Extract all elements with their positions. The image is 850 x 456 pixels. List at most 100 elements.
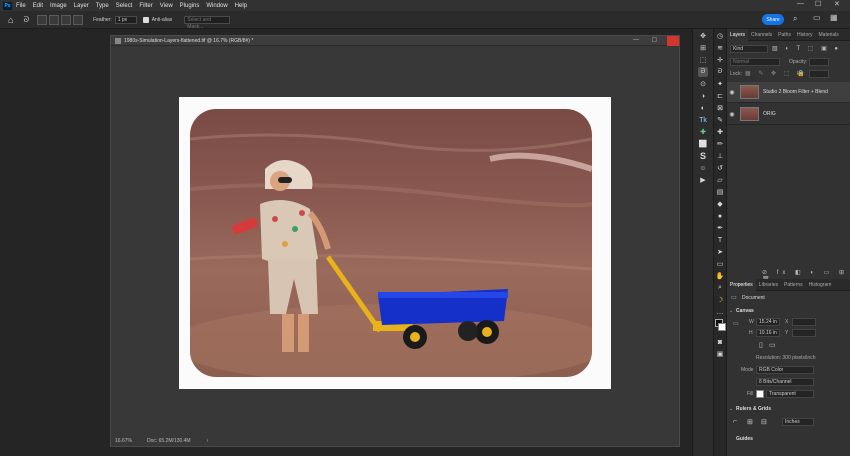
shape-icon[interactable]: ▭	[715, 259, 725, 269]
height-input[interactable]: 10.16 in	[756, 329, 780, 337]
zoom-level[interactable]: 16.67%	[115, 438, 132, 444]
tab-paths[interactable]: Paths	[775, 29, 794, 41]
crop-icon[interactable]: ⬜	[698, 139, 708, 149]
close-app-icon[interactable]: ✕	[834, 0, 840, 8]
menu-image[interactable]: Image	[50, 3, 67, 9]
menu-edit[interactable]: Edit	[33, 3, 43, 9]
s-icon[interactable]: S	[698, 151, 708, 161]
tab-libraries[interactable]: Libraries	[756, 279, 781, 291]
type-k-icon[interactable]: Tk	[698, 115, 708, 125]
fill-input[interactable]	[809, 70, 829, 78]
play-icon[interactable]: ▶	[698, 175, 708, 185]
artboard-tool-icon[interactable]: ⊞	[698, 43, 708, 53]
kind-filter[interactable]: Kind	[730, 45, 768, 53]
doc-close-button[interactable]	[667, 36, 679, 46]
tab-history[interactable]: History	[794, 29, 816, 41]
object-select-icon[interactable]: ⊙	[698, 79, 708, 89]
doc-maximize-icon[interactable]: ☐	[652, 37, 657, 44]
arrange-icon[interactable]: ▭	[813, 13, 821, 22]
color-swatches[interactable]	[714, 319, 726, 335]
eraser-icon[interactable]: ▱	[715, 175, 725, 185]
menu-type[interactable]: Type	[96, 3, 109, 9]
minimize-icon[interactable]: —	[797, 0, 804, 7]
fill-swatch[interactable]	[756, 390, 764, 398]
zoom-icon[interactable]: ⌕	[715, 283, 725, 293]
add-selection-icon[interactable]	[49, 14, 60, 25]
tab-layers[interactable]: Layers	[727, 28, 749, 41]
adjust-icon[interactable]: ◐	[698, 103, 708, 113]
pen-icon[interactable]: ✒	[715, 223, 725, 233]
menu-filter[interactable]: Filter	[139, 3, 152, 9]
history-icon[interactable]: ◷	[715, 31, 725, 41]
home-icon[interactable]: ⌂	[8, 15, 13, 25]
menu-plugins[interactable]: Plugins	[180, 3, 200, 9]
workspace-icon[interactable]: ▦	[830, 13, 838, 22]
layer-row[interactable]: ◉ Studio 2 Bloom Filter + Blend	[727, 82, 850, 103]
menu-select[interactable]: Select	[116, 3, 133, 9]
visibility-eye-icon[interactable]: ◉	[727, 89, 737, 96]
canvas-paper[interactable]	[179, 97, 611, 389]
x-input[interactable]	[792, 318, 816, 326]
menu-layer[interactable]: Layer	[74, 3, 89, 9]
brush-settings-icon[interactable]: ≋	[715, 43, 725, 53]
brush-icon[interactable]: ✏	[715, 139, 725, 149]
layer-row[interactable]: ◉ ORIG	[727, 104, 850, 125]
intersect-selection-icon[interactable]	[73, 14, 84, 25]
width-input[interactable]: 15.24 in	[756, 318, 780, 326]
more-tools-icon[interactable]: …	[715, 307, 725, 317]
healing-icon[interactable]: ✚	[715, 127, 725, 137]
gradient-icon[interactable]: ▤	[715, 187, 725, 197]
status-arrow-icon[interactable]: ›	[207, 438, 209, 444]
search-icon[interactable]: ⌕	[793, 14, 797, 24]
menu-window[interactable]: Window	[206, 3, 227, 9]
path-select-icon[interactable]: ➤	[715, 247, 725, 257]
maximize-icon[interactable]: ☐	[815, 0, 821, 8]
banana-icon[interactable]: ☽	[715, 295, 725, 305]
magic-wand-icon[interactable]: ✦	[715, 79, 725, 89]
orientation-portrait-icon[interactable]: ▯	[759, 341, 763, 349]
ruler-icon[interactable]: ⌐	[733, 418, 737, 425]
menu-help[interactable]: Help	[235, 3, 247, 9]
tab-histogram[interactable]: Histogram	[806, 279, 835, 291]
menu-file[interactable]: File	[16, 3, 26, 9]
lasso-icon[interactable]: ᘐ	[698, 67, 708, 77]
mode-select[interactable]: RGB Color	[756, 366, 814, 374]
select-tool-icon[interactable]: ⬚	[698, 55, 708, 65]
share-button[interactable]: Share	[762, 14, 784, 25]
rulers-collapse-icon[interactable]: ⌄	[729, 406, 733, 412]
y-input[interactable]	[792, 329, 816, 337]
hand-icon[interactable]: ✋	[715, 271, 725, 281]
visibility-eye-icon[interactable]: ◉	[727, 111, 737, 118]
select-and-mask-button[interactable]: Select and Mask...	[184, 15, 231, 30]
tab-patterns[interactable]: Patterns	[781, 279, 806, 291]
tab-channels[interactable]: Channels	[748, 29, 775, 41]
screen-mode-icon[interactable]: ▣	[715, 349, 725, 359]
menu-view[interactable]: View	[160, 3, 173, 9]
new-selection-icon[interactable]	[37, 14, 48, 25]
tab-properties[interactable]: Properties	[727, 278, 756, 291]
subtract-selection-icon[interactable]	[61, 14, 72, 25]
quick-select-icon[interactable]: ◑	[698, 91, 708, 101]
grid-icon[interactable]: ⊞	[747, 418, 753, 426]
quick-mask-icon[interactable]: ◙	[715, 337, 725, 347]
stamp-icon[interactable]: ⊥	[715, 151, 725, 161]
bits-select[interactable]: 8 Bits/Channel	[756, 378, 814, 386]
orientation-landscape-icon[interactable]: ▭	[769, 341, 776, 349]
lasso-tool-icon[interactable]: ᘐ	[23, 15, 29, 25]
doc-minimize-icon[interactable]: —	[633, 37, 639, 43]
history-brush-icon[interactable]: ↺	[715, 163, 725, 173]
face-icon[interactable]: ☺	[698, 163, 708, 173]
document-title-bar[interactable]: 1980s-Simulation-Layers-flattened.tif @ …	[111, 36, 679, 46]
frame-icon[interactable]: ⊠	[715, 103, 725, 113]
tab-materials[interactable]: Materials	[816, 29, 842, 41]
antialias-checkbox[interactable]	[142, 16, 149, 23]
move-tool-icon[interactable]: ✥	[698, 31, 708, 41]
move-icon[interactable]: ✛	[715, 55, 725, 65]
fill-select[interactable]: Transparent	[766, 390, 814, 398]
guide-icon[interactable]: ⊟	[761, 418, 767, 426]
opacity-input[interactable]	[809, 58, 829, 66]
units-select[interactable]: Inches	[782, 418, 814, 426]
type-tool-icon[interactable]: T	[715, 235, 725, 245]
eyedropper-icon[interactable]: ✎	[715, 115, 725, 125]
blend-mode-select[interactable]: Normal	[730, 58, 780, 66]
